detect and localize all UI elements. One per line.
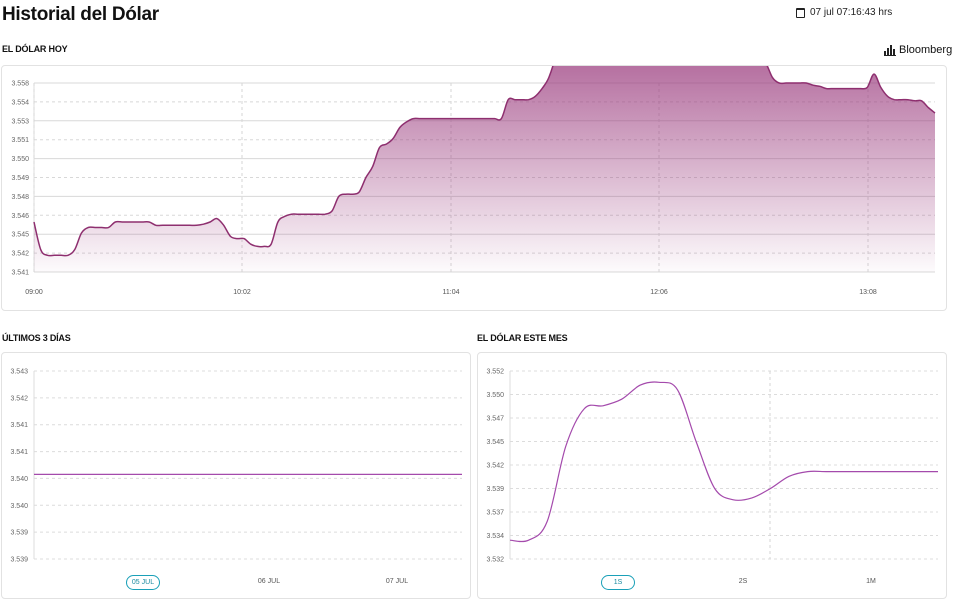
- y-tick-label: 3.537: [486, 510, 504, 517]
- y-tick-label: 3.552: [486, 369, 504, 376]
- y-tick-label: 3.540: [10, 503, 28, 510]
- month-chart: 3.552 3.550 3.547 3.545 3.542 3.539 3.537 3.534…: [486, 369, 939, 564]
- y-tick-label: 3.547: [486, 416, 504, 423]
- y-tick-label: 3.543: [10, 369, 28, 376]
- x-tick-label: 12:06: [650, 289, 668, 296]
- source-credit: Bloomberg: [884, 44, 952, 56]
- section-title-today: EL DÓLAR HOY: [2, 44, 68, 54]
- range-tab-07-jul[interactable]: 07 JUL: [381, 575, 413, 588]
- y-tick-label: 3.549: [11, 175, 29, 182]
- y-tick-label: 3.545: [486, 439, 504, 446]
- bloomberg-bars-icon: [884, 45, 896, 56]
- x-tick-label: 11:04: [443, 289, 460, 296]
- page-title: Historial del Dólar: [2, 4, 159, 25]
- y-tick-label: 3.548: [11, 194, 29, 201]
- y-tick-label: 3.550: [11, 156, 29, 163]
- y-tick-label: 3.545: [11, 232, 29, 239]
- y-tick-label: 3.539: [10, 557, 28, 564]
- timestamp-text: 07 jul 07:16:43 hrs: [810, 7, 893, 18]
- today-chart-card: 3.558 3.554 3.553 3.551 3.550 3.549 3.548 3.546…: [1, 1, 947, 311]
- series-line: [509, 381, 939, 543]
- range-tab-1s[interactable]: 1S: [601, 575, 635, 590]
- x-tick-label: 13:08: [859, 289, 877, 296]
- x-tick-label: 09:00: [25, 289, 43, 296]
- range-tab-2s[interactable]: 2S: [727, 575, 759, 588]
- y-tick-label: 3.541: [10, 422, 28, 429]
- y-tick-label: 3.539: [486, 486, 504, 493]
- calendar-icon: [796, 7, 805, 18]
- y-tick-label: 3.550: [486, 392, 504, 399]
- y-tick-label: 3.542: [486, 463, 504, 470]
- range-tab-05-jul[interactable]: 05 JUL: [126, 575, 160, 590]
- y-tick-label: 3.558: [11, 81, 29, 88]
- y-tick-label: 3.554: [11, 99, 29, 106]
- y-tick-label: 3.546: [11, 213, 29, 220]
- y-tick-label: 3.539: [10, 530, 28, 537]
- y-tick-label: 3.542: [11, 251, 29, 258]
- area-fill: [34, 2, 935, 272]
- x-tick-label: 10:02: [233, 289, 251, 296]
- range-tab-1m[interactable]: 1M: [855, 575, 887, 588]
- today-chart: 3.558 3.554 3.553 3.551 3.550 3.549 3.548 3.546…: [11, 1, 936, 296]
- month-chart-card: 3.552 3.550 3.547 3.545 3.542 3.539 3.537 3.534…: [477, 352, 947, 599]
- section-title-three-days: ÚLTIMOS 3 DÍAS: [2, 333, 71, 343]
- y-tick-label: 3.553: [11, 118, 29, 125]
- source-label: Bloomberg: [899, 44, 953, 56]
- section-title-month: EL DÓLAR ESTE MES: [477, 333, 568, 343]
- y-tick-label: 3.534: [486, 533, 504, 540]
- range-tab-06-jul[interactable]: 06 JUL: [253, 575, 285, 588]
- y-tick-label: 3.540: [10, 476, 28, 483]
- y-tick-label: 3.551: [11, 137, 29, 144]
- y-tick-label: 3.542: [10, 395, 28, 402]
- timestamp: 07 jul 07:16:43 hrs: [796, 7, 892, 18]
- y-tick-label: 3.541: [11, 270, 29, 277]
- three-days-chart-card: 3.543 3.542 3.541 3.541 3.540 3.540 3.539 3.539…: [1, 352, 471, 599]
- three-days-chart: 3.543 3.542 3.541 3.541 3.540 3.540 3.539 3.539: [10, 369, 462, 564]
- y-tick-label: 3.541: [10, 449, 28, 456]
- y-tick-label: 3.532: [486, 557, 504, 564]
